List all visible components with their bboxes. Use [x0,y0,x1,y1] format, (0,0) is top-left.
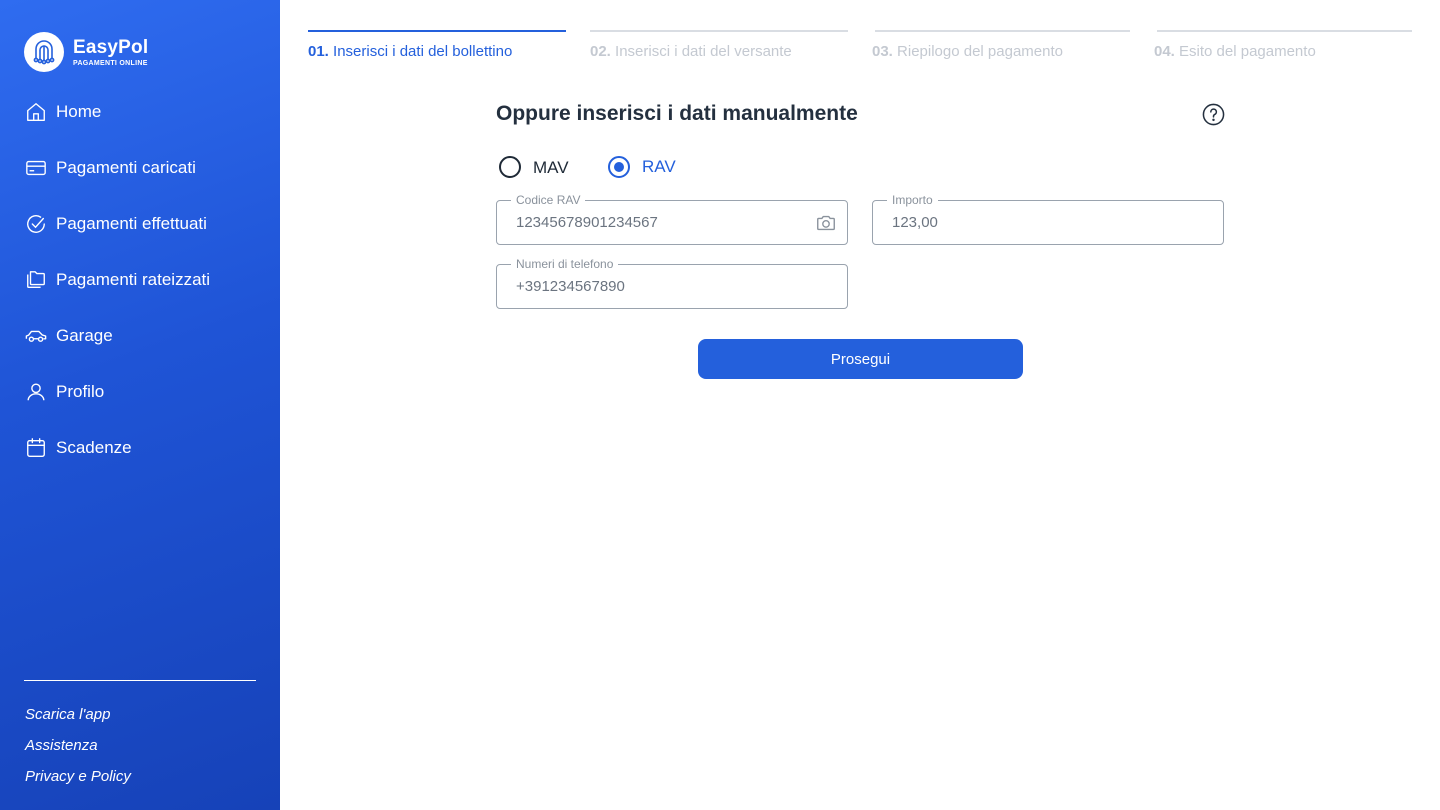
privacy-policy-link[interactable]: Privacy e Policy [25,766,131,797]
brand-subtitle: PAGAMENTI ONLINE [73,59,148,67]
telefono-field: Numeri di telefono [496,257,848,309]
step-label: 02. Inserisci i dati del versante [590,43,848,60]
calendar-icon [24,436,48,460]
sidebar-item-profilo[interactable]: Profilo [24,372,264,412]
sidebar-item-pagamenti-effettuati[interactable]: Pagamenti effettuati [24,204,264,244]
home-icon [24,100,48,124]
step-number: 01. [308,43,329,60]
radio-label-rav: RAV [642,157,676,176]
sidebar-item-garage[interactable]: Garage [24,316,264,356]
step-bar [1157,30,1412,32]
pipe-bell-icon [24,32,64,72]
sidebar-item-pagamenti-caricati[interactable]: Pagamenti caricati [24,148,264,188]
step-label: 03. Riepilogo del pagamento [872,43,1130,60]
brand-name: EasyPol [73,36,149,58]
importo-input[interactable] [892,201,1172,244]
credit-card-icon [24,156,48,180]
sidebar-item-label: Scadenze [56,438,132,457]
radio-button-mav[interactable] [499,156,521,178]
codice-rav-input[interactable] [516,201,796,244]
radio-label-mav: MAV [533,158,569,177]
step-number: 02. [590,43,611,60]
radio-mav[interactable]: MAV [499,156,569,178]
page-title: Oppure inserisci i dati manualmente [496,102,858,125]
step-label: 04. Esito del pagamento [1154,43,1412,60]
step-bar [308,30,566,32]
step-bar [590,30,848,32]
step-title: Inserisci i dati del versante [615,43,792,60]
step-bar [875,30,1130,32]
radio-button-rav[interactable] [608,156,630,178]
step-title: Esito del pagamento [1179,43,1316,60]
step-title: Inserisci i dati del bollettino [333,43,513,60]
sidebar-item-pagamenti-rateizzati[interactable]: Pagamenti rateizzati [24,260,264,300]
user-icon [24,380,48,404]
folders-icon [24,268,48,292]
sidebar-item-home[interactable]: Home [24,92,264,132]
step-label: 01. Inserisci i dati del bollettino [308,43,566,60]
step-3: 03. Riepilogo del pagamento [872,30,1130,62]
step-number: 04. [1154,43,1175,60]
sidebar-item-label: Home [56,102,102,121]
sidebar-footer: Scarica l'app Assistenza Privacy e Polic… [25,704,131,797]
camera-icon[interactable] [815,212,837,234]
sidebar-item-scadenze[interactable]: Scadenze [24,428,264,468]
sidebar-item-label: Pagamenti effettuati [56,214,207,233]
sidebar-nav: Home Pagamenti caricati Pagamenti effett… [24,92,264,484]
sidebar-item-label: Garage [56,326,113,345]
check-circle-icon [24,212,48,236]
radio-rav[interactable]: RAV [608,156,676,178]
step-1: 01. Inserisci i dati del bollettino [308,30,566,62]
car-icon [24,324,48,348]
sidebar-item-label: Pagamenti caricati [56,158,196,177]
brand-logo[interactable]: EasyPol PAGAMENTI ONLINE [24,32,148,72]
importo-field: Importo [872,193,1224,245]
step-2: 02. Inserisci i dati del versante [590,30,848,62]
question-circle-icon[interactable] [1202,103,1225,126]
support-link[interactable]: Assistenza [25,735,131,766]
telefono-input[interactable] [516,265,796,308]
sidebar: EasyPol PAGAMENTI ONLINE Home Pagamenti … [0,0,280,810]
step-4: 04. Esito del pagamento [1154,30,1412,62]
sidebar-item-label: Pagamenti rateizzati [56,270,211,289]
step-title: Riepilogo del pagamento [897,43,1063,60]
prosegui-button[interactable]: Prosegui [698,339,1023,379]
sidebar-item-label: Profilo [56,382,105,401]
sidebar-divider [24,680,256,681]
codice-rav-field: Codice RAV [496,193,848,245]
step-number: 03. [872,43,893,60]
download-app-link[interactable]: Scarica l'app [25,704,131,735]
